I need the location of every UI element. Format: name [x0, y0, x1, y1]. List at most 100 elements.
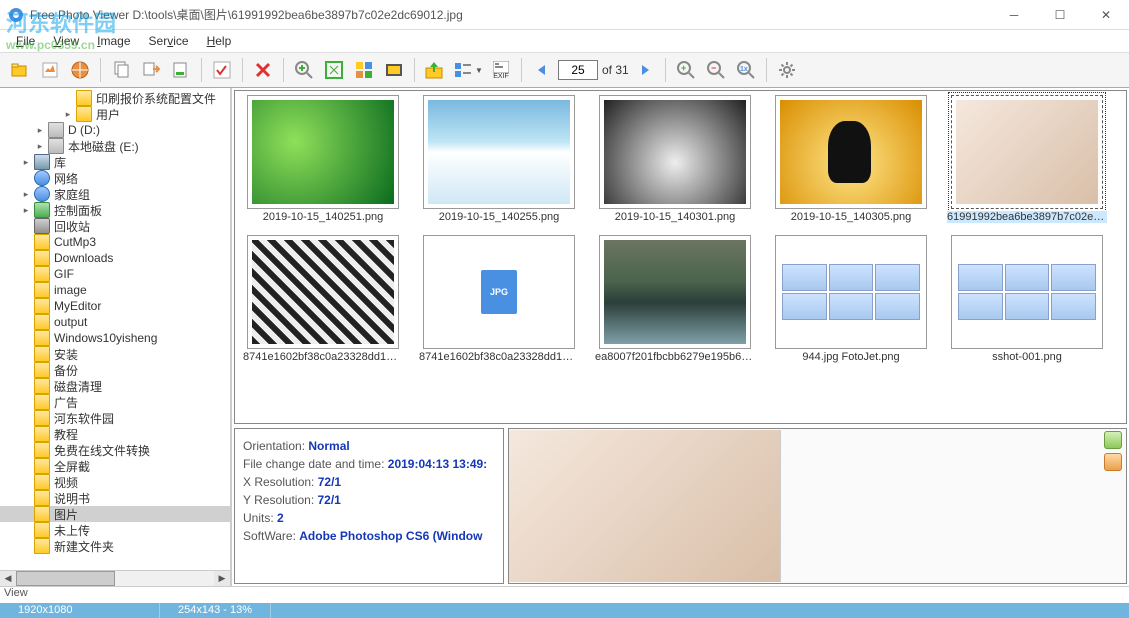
thumbnail[interactable] [247, 235, 399, 349]
menu-file[interactable]: File [8, 32, 43, 50]
expand-icon[interactable] [20, 540, 32, 552]
menu-view[interactable]: View [45, 32, 87, 50]
thumbnail-cell[interactable]: 8741e1602bf38c0a23328dd14d… [239, 235, 407, 363]
expand-icon[interactable]: ▸ [34, 140, 46, 152]
thumbnail[interactable]: JPG [423, 235, 575, 349]
expand-icon[interactable] [20, 348, 32, 360]
expand-icon[interactable]: ▸ [62, 108, 74, 120]
tree-item[interactable]: image [0, 282, 230, 298]
view-thumbs-button[interactable] [350, 56, 378, 84]
expand-icon[interactable] [20, 492, 32, 504]
expand-icon[interactable] [20, 300, 32, 312]
zoom-fit-button[interactable] [320, 56, 348, 84]
tree-item[interactable]: 网络 [0, 170, 230, 186]
expand-icon[interactable] [20, 364, 32, 376]
minimize-button[interactable]: ─ [991, 0, 1037, 30]
view-film-button[interactable] [380, 56, 408, 84]
close-button[interactable]: ✕ [1083, 0, 1129, 30]
thumbnail[interactable] [599, 235, 751, 349]
thumbnail-cell[interactable]: 944.jpg FotoJet.png [767, 235, 935, 363]
tree-item[interactable]: ▸D (D:) [0, 122, 230, 138]
menu-help[interactable]: Help [199, 32, 240, 50]
thumbnail-cell[interactable]: ea8007f201fbcbb6279e195b68… [591, 235, 759, 363]
expand-icon[interactable] [20, 524, 32, 536]
tree-item[interactable]: ▸用户 [0, 106, 230, 122]
tree-scrollbar[interactable]: ◀ ▶ [0, 570, 230, 586]
tree-item[interactable]: 图片 [0, 506, 230, 522]
expand-icon[interactable] [20, 332, 32, 344]
explorer-button[interactable] [36, 56, 64, 84]
thumbnail-cell[interactable]: 61991992bea6be3897b7c02e2dc69 [943, 95, 1111, 223]
expand-icon[interactable] [20, 172, 32, 184]
zoom-in-icon[interactable]: + [672, 56, 700, 84]
page-input[interactable] [558, 60, 598, 80]
rename-button[interactable] [167, 56, 195, 84]
zoom-out-icon[interactable]: − [702, 56, 730, 84]
tree-item[interactable]: 未上传 [0, 522, 230, 538]
thumbnail-cell[interactable]: sshot-001.png [943, 235, 1111, 363]
tree-item[interactable]: Windows10yisheng [0, 330, 230, 346]
tree-item[interactable]: 广告 [0, 394, 230, 410]
thumbnail-cell[interactable]: JPG8741e1602bf38c0a23328dd14d… [415, 235, 583, 363]
settings-button[interactable] [773, 56, 801, 84]
expand-icon[interactable]: ▸ [20, 156, 32, 168]
tree-item[interactable]: 说明书 [0, 490, 230, 506]
next-button[interactable] [631, 56, 659, 84]
expand-icon[interactable] [20, 236, 32, 248]
delete-button[interactable] [249, 56, 277, 84]
expand-icon[interactable] [20, 476, 32, 488]
menu-service[interactable]: Service [141, 32, 197, 50]
maximize-button[interactable]: ☐ [1037, 0, 1083, 30]
tree-item[interactable]: 教程 [0, 426, 230, 442]
scroll-thumb[interactable] [16, 571, 115, 586]
thumbnail[interactable] [775, 235, 927, 349]
thumbnail[interactable] [775, 95, 927, 209]
rotate-left-button[interactable] [1104, 431, 1122, 449]
thumbnail-cell[interactable]: 2019-10-15_140305.png [767, 95, 935, 223]
tree-item[interactable]: 印刷报价系统配置文件 [0, 90, 230, 106]
folder-up-button[interactable] [421, 56, 449, 84]
tree-item[interactable]: GIF [0, 266, 230, 282]
zoom-in-button[interactable] [290, 56, 318, 84]
copy-button[interactable] [107, 56, 135, 84]
prev-button[interactable] [528, 56, 556, 84]
thumbnail-panel[interactable]: 2019-10-15_140251.png2019-10-15_140255.p… [234, 90, 1127, 424]
expand-icon[interactable] [20, 396, 32, 408]
tree-item[interactable]: 视频 [0, 474, 230, 490]
expand-icon[interactable] [20, 412, 32, 424]
tree-item[interactable]: ▸本地磁盘 (E:) [0, 138, 230, 154]
thumbnail-cell[interactable]: 2019-10-15_140251.png [239, 95, 407, 223]
tree-item[interactable]: output [0, 314, 230, 330]
expand-icon[interactable] [20, 460, 32, 472]
tree-item[interactable]: ▸家庭组 [0, 186, 230, 202]
exif-button[interactable]: EXIF [487, 56, 515, 84]
tree-item[interactable]: 磁盘清理 [0, 378, 230, 394]
tree-item[interactable]: ▸库 [0, 154, 230, 170]
view-mode-button[interactable]: ▼ [451, 56, 485, 84]
scroll-left-icon[interactable]: ◀ [0, 571, 16, 586]
tree-item[interactable]: 安装 [0, 346, 230, 362]
expand-icon[interactable] [20, 284, 32, 296]
thumbnail[interactable] [423, 95, 575, 209]
thumbnail[interactable] [247, 95, 399, 209]
expand-icon[interactable] [20, 268, 32, 280]
expand-icon[interactable] [20, 252, 32, 264]
open-button[interactable] [6, 56, 34, 84]
thumbnail-cell[interactable]: 2019-10-15_140301.png [591, 95, 759, 223]
menu-image[interactable]: Image [89, 32, 138, 50]
tree-item[interactable]: 全屏截 [0, 458, 230, 474]
thumbnail[interactable] [599, 95, 751, 209]
expand-icon[interactable] [20, 508, 32, 520]
folder-tree[interactable]: 印刷报价系统配置文件▸用户▸D (D:)▸本地磁盘 (E:)▸库网络▸家庭组▸控… [0, 88, 230, 570]
check-button[interactable] [208, 56, 236, 84]
thumbnail[interactable] [951, 95, 1103, 209]
expand-icon[interactable] [20, 380, 32, 392]
expand-icon[interactable]: ▸ [34, 124, 46, 136]
tree-item[interactable]: MyEditor [0, 298, 230, 314]
expand-icon[interactable]: ▸ [20, 204, 32, 216]
tree-item[interactable]: 备份 [0, 362, 230, 378]
tree-item[interactable]: CutMp3 [0, 234, 230, 250]
thumbnail-cell[interactable]: 2019-10-15_140255.png [415, 95, 583, 223]
tree-item[interactable]: 河东软件园 [0, 410, 230, 426]
scroll-right-icon[interactable]: ▶ [214, 571, 230, 586]
